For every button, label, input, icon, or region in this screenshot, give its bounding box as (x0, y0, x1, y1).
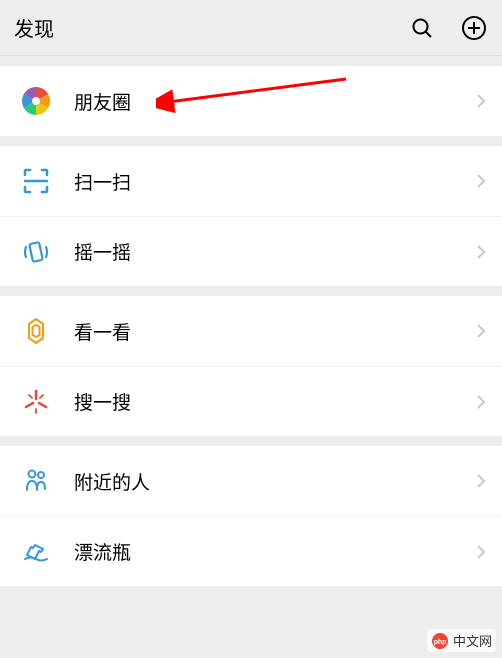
php-logo-icon: php (431, 632, 449, 650)
item-look[interactable]: 看一看 (0, 296, 502, 366)
nearby-icon (18, 463, 54, 499)
chevron-right-icon (476, 544, 486, 560)
section-nearby-bottle: 附近的人 漂流瓶 (0, 446, 502, 586)
section-moments: 朋友圈 (0, 66, 502, 136)
item-scan[interactable]: 扫一扫 (0, 146, 502, 216)
item-label: 漂流瓶 (74, 538, 476, 565)
chevron-right-icon (476, 394, 486, 410)
watermark-text: 中文网 (453, 631, 492, 650)
search-icon (410, 16, 434, 40)
item-search[interactable]: 搜一搜 (0, 366, 502, 436)
item-label: 附近的人 (74, 468, 476, 495)
chevron-right-icon (476, 323, 486, 339)
section-look-search: 看一看 搜一搜 (0, 296, 502, 436)
chevron-right-icon (476, 173, 486, 189)
item-moments[interactable]: 朋友圈 (0, 66, 502, 136)
chevron-right-icon (476, 93, 486, 109)
shake-icon (18, 234, 54, 270)
item-label: 朋友圈 (74, 88, 476, 115)
item-bottle[interactable]: 漂流瓶 (0, 516, 502, 586)
chevron-right-icon (476, 244, 486, 260)
plus-circle-icon (461, 15, 487, 41)
bottle-icon (18, 534, 54, 570)
chevron-right-icon (476, 473, 486, 489)
header-actions (408, 14, 488, 42)
watermark: php 中文网 (427, 629, 496, 652)
search-square-icon (18, 384, 54, 420)
header: 发现 (0, 0, 502, 56)
moments-icon (18, 83, 54, 119)
scan-icon (18, 163, 54, 199)
item-shake[interactable]: 摇一摇 (0, 216, 502, 286)
section-scan-shake: 扫一扫 摇一摇 (0, 146, 502, 286)
item-label: 搜一搜 (74, 388, 476, 415)
search-button[interactable] (408, 14, 436, 42)
item-label: 扫一扫 (74, 168, 476, 195)
item-label: 摇一摇 (74, 238, 476, 265)
add-button[interactable] (460, 14, 488, 42)
svg-text:php: php (434, 639, 447, 646)
page-title: 发现 (14, 13, 408, 42)
item-nearby[interactable]: 附近的人 (0, 446, 502, 516)
look-icon (18, 313, 54, 349)
item-label: 看一看 (74, 318, 476, 345)
